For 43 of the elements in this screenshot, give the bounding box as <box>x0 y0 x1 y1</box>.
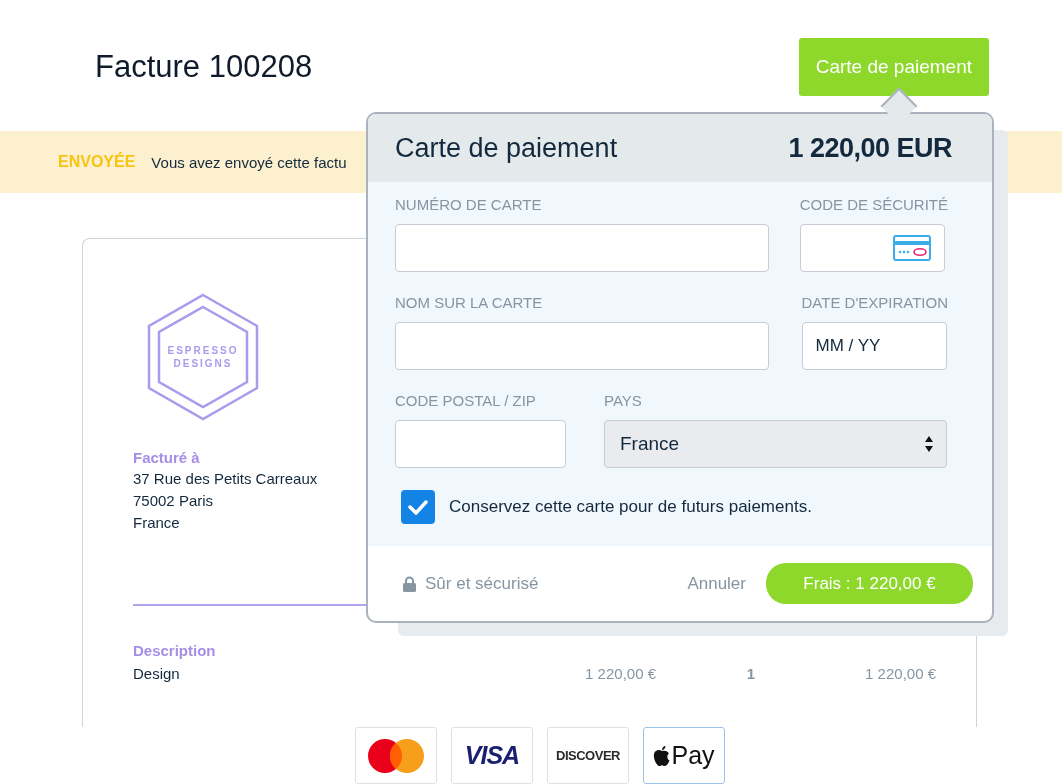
input-field[interactable]: MM / YY <box>801 322 947 370</box>
item-description: Design <box>133 665 181 682</box>
item-unit-price: 1 220,00 € <box>584 665 656 682</box>
input-field[interactable] <box>395 224 769 272</box>
overlapping-circles-icon <box>367 737 425 774</box>
payment-method-tile[interactable]: DISCOVER <box>547 727 629 784</box>
popover-title: Carte de paiement <box>395 132 618 164</box>
company-logo: ESPRESSO DESIGNS <box>147 293 259 421</box>
checkbox[interactable] <box>401 490 435 524</box>
visa-wordmark: VISA <box>464 741 520 770</box>
description-label: Description <box>133 642 217 659</box>
secure-note: Sûr et sécurisé <box>425 573 539 594</box>
input-field[interactable] <box>395 420 566 468</box>
item-total: 1 220,00 € <box>864 665 936 682</box>
pay-wordmark: Pay <box>671 741 715 770</box>
save-card-label: Conservez cette carte pour de futurs paiements. <box>449 497 812 517</box>
address-line: 37 Rue des Petits Carreaux <box>133 470 318 488</box>
input-field[interactable] <box>395 322 769 370</box>
billed-to-label: Facturé à <box>133 449 200 466</box>
apple-icon <box>653 744 672 767</box>
status-message: Vous avez envoyé cette factu <box>151 153 347 171</box>
field-label: PAYS <box>604 392 643 409</box>
payment-method-tile[interactable]: VISA <box>451 727 533 784</box>
field-label: CODE POSTAL / ZIP <box>395 392 537 409</box>
country-select[interactable]: France <box>604 420 947 468</box>
security-code-field[interactable] <box>799 224 945 272</box>
invoice-title: Facture 100208 <box>95 49 313 85</box>
address-line: 75002 Paris <box>133 492 214 510</box>
payment-amount: 1 220,00 EUR <box>788 132 952 164</box>
discover-wordmark: DISCOVER <box>556 748 620 763</box>
field-label: NUMÉRO DE CARTE <box>395 196 543 213</box>
field-label: NOM SUR LA CARTE <box>395 294 544 311</box>
lock-icon <box>403 575 416 592</box>
select-arrows-icon <box>924 434 934 454</box>
payment-method-tile[interactable] <box>355 727 437 784</box>
item-quantity: 1 <box>745 665 757 682</box>
field-label: DATE D'EXPIRATION <box>801 294 948 311</box>
checkmark-icon <box>408 499 428 515</box>
address-line: France <box>133 514 180 532</box>
card-security-code-icon <box>892 235 931 261</box>
field-label: CODE DE SÉCURITÉ <box>799 196 948 213</box>
status-label: ENVOYÉE <box>58 153 136 171</box>
payment-method-tile[interactable]: Pay <box>643 727 725 784</box>
